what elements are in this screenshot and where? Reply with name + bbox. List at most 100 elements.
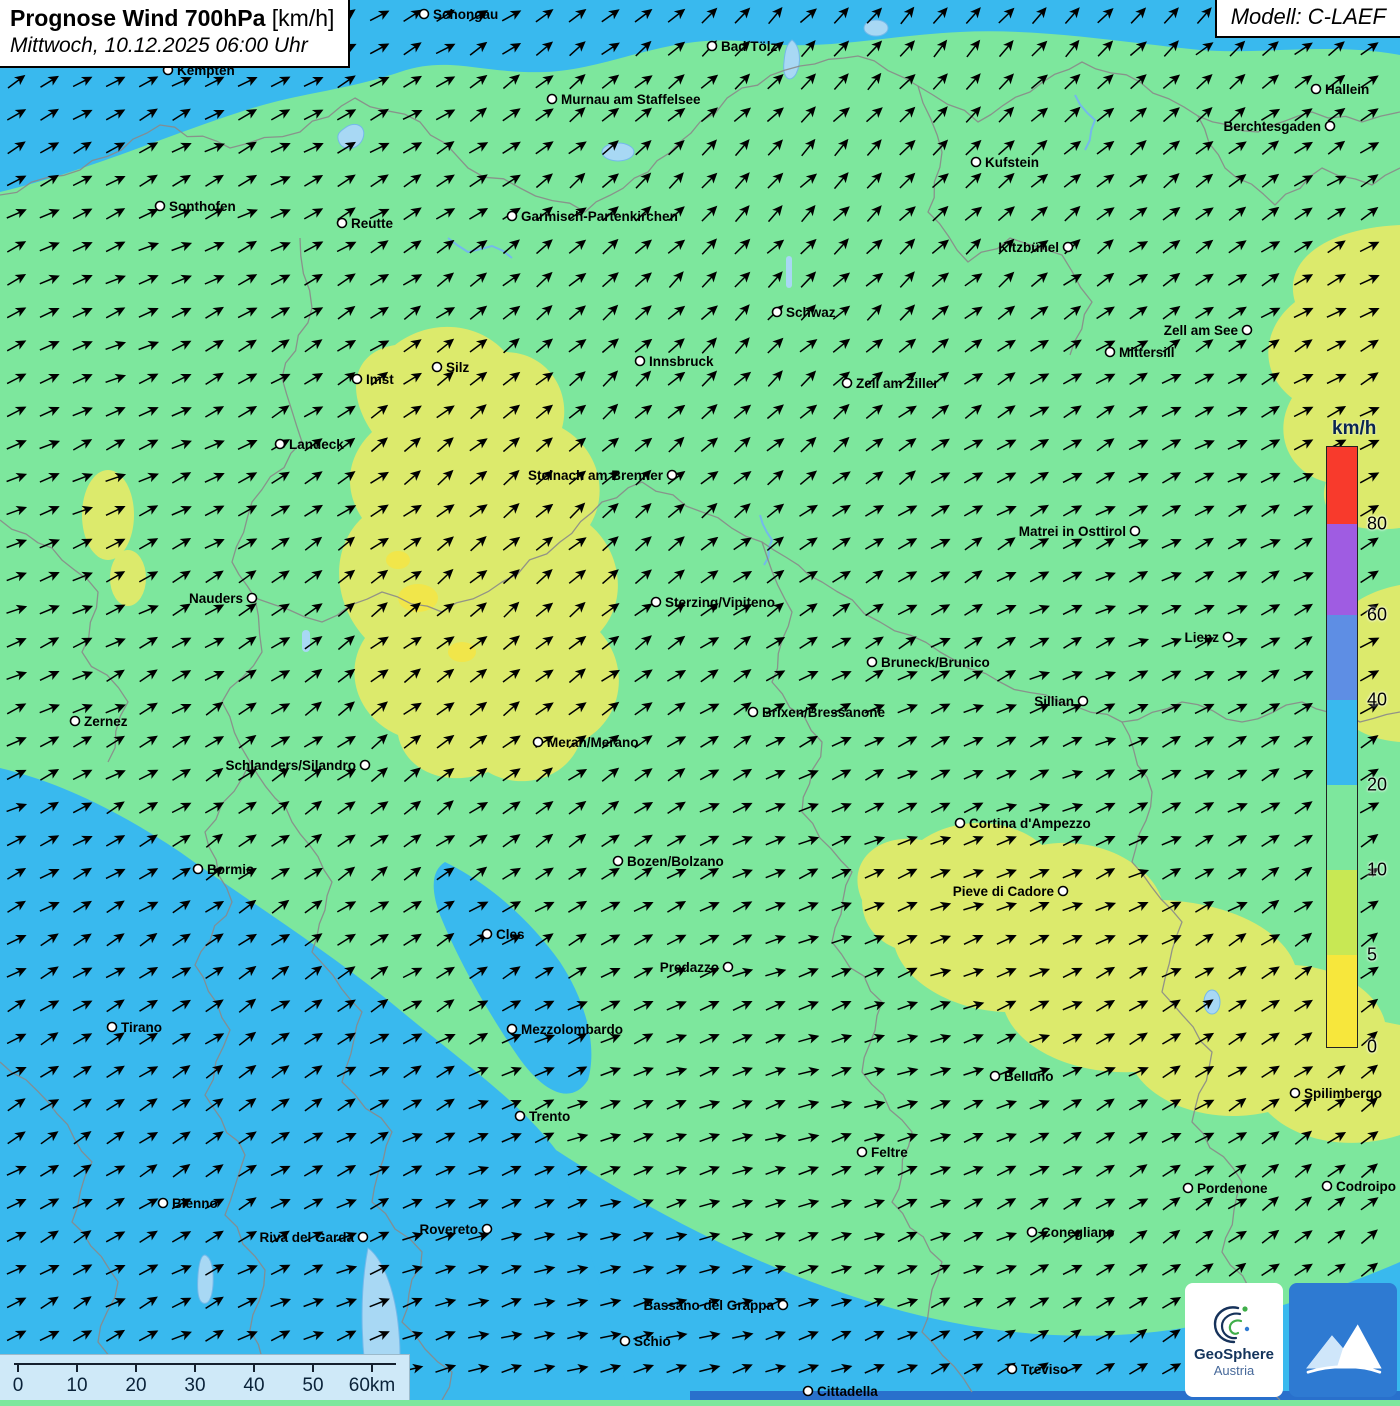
scale-ruler: 0102030405060km	[0, 1355, 410, 1401]
geosphere-swirl-icon	[1207, 1301, 1261, 1347]
city-label: Imst	[366, 372, 394, 387]
city: Pordenone	[1184, 1181, 1268, 1196]
city: Bozen/Bolzano	[614, 854, 724, 869]
city-label: Feltre	[871, 1145, 908, 1160]
city-label: Berchtesgaden	[1223, 119, 1321, 134]
map-scale-bar: 0102030405060km	[0, 1354, 410, 1400]
city-marker	[708, 42, 717, 51]
city: Sterzing/Vipiteno	[652, 595, 776, 610]
city: Zell am Ziller	[843, 376, 940, 391]
city: Berchtesgaden	[1223, 119, 1334, 134]
scale-label: 0	[13, 1375, 24, 1396]
city-marker	[1028, 1228, 1037, 1237]
city-label: Conegliano	[1041, 1225, 1115, 1240]
city-label: Trento	[529, 1109, 570, 1124]
legend-colorbar: 806040201050	[1326, 446, 1358, 1048]
city-label: Kitzbühel	[998, 240, 1059, 255]
title-panel: Prognose Wind 700hPa [km/h] Mittwoch, 10…	[0, 0, 350, 68]
city-label: Brixen/Bressanone	[762, 705, 886, 720]
city-marker	[194, 865, 203, 874]
city-marker	[991, 1072, 1000, 1081]
scale-label: 40	[243, 1375, 264, 1396]
legend-tick-0: 0	[1367, 1037, 1377, 1058]
city-marker	[1184, 1184, 1193, 1193]
city-marker	[420, 10, 429, 19]
city: Bruneck/Brunico	[868, 655, 990, 670]
city-marker	[773, 308, 782, 317]
city: Brixen/Bressanone	[749, 705, 886, 720]
city-marker	[1079, 697, 1088, 706]
city-marker	[276, 440, 285, 449]
scale-label: 20	[125, 1375, 146, 1396]
city-label: Codroipo	[1336, 1179, 1396, 1194]
city-label: Mezzolombardo	[521, 1022, 623, 1037]
city-label: Innsbruck	[649, 354, 714, 369]
city-label: Schongau	[433, 7, 498, 22]
legend-segment-60-80	[1327, 524, 1357, 615]
city: Spilimbergo	[1291, 1086, 1383, 1101]
title-unit: [km/h]	[265, 5, 334, 31]
city-label: Treviso	[1021, 1362, 1068, 1377]
geosphere-country: Austria	[1214, 1363, 1254, 1379]
city-label: Schwaz	[786, 305, 836, 320]
city-marker	[749, 708, 758, 717]
city-marker	[483, 930, 492, 939]
city-label: Pordenone	[1197, 1181, 1268, 1196]
city-label: Tirano	[121, 1020, 162, 1035]
scale-label: 60km	[349, 1375, 395, 1396]
city-marker	[361, 761, 370, 770]
city: Pieve di Cadore	[953, 884, 1068, 899]
city-label: Bad Tölz	[721, 39, 777, 54]
city-marker	[108, 1023, 117, 1032]
city-label: Predazzo	[660, 960, 719, 975]
city-label: Zell am See	[1164, 323, 1239, 338]
city-marker	[614, 857, 623, 866]
city-marker	[956, 819, 965, 828]
city-marker	[483, 1225, 492, 1234]
city-label: Silz	[446, 360, 470, 375]
legend-segment-20-40	[1327, 700, 1357, 785]
city-label: Bienno	[172, 1196, 218, 1211]
city-label: Rovereto	[419, 1222, 478, 1237]
city-label: Belluno	[1004, 1069, 1054, 1084]
city-label: Landeck	[289, 437, 344, 452]
city-label: Garmisch-Partenkirchen	[521, 209, 678, 224]
geosphere-name: GeoSphere	[1194, 1347, 1274, 1364]
city: Steinach am Brenner	[528, 468, 677, 483]
legend-tick-60: 60	[1367, 605, 1387, 626]
city-label: Matrei in Osttirol	[1019, 524, 1126, 539]
city-label: Lienz	[1184, 630, 1219, 645]
city: Bassano del Grappa	[643, 1298, 787, 1313]
city-marker	[668, 471, 677, 480]
city-label: Bassano del Grappa	[643, 1298, 774, 1313]
city-label: Zernez	[84, 714, 128, 729]
mountain-logo	[1289, 1283, 1397, 1397]
city-marker	[843, 379, 852, 388]
city-marker	[1131, 527, 1140, 536]
legend-tick-5: 5	[1367, 945, 1377, 966]
geosphere-logo: GeoSphere Austria	[1185, 1283, 1283, 1397]
city-label: Mittersill	[1119, 345, 1175, 360]
city-marker	[621, 1337, 630, 1346]
city: Riva del Garda	[259, 1230, 367, 1245]
legend-tick-80: 80	[1367, 514, 1387, 535]
city-marker	[1291, 1089, 1300, 1098]
mountain-icon	[1297, 1298, 1389, 1382]
city-marker	[779, 1301, 788, 1310]
city: Conegliano	[1028, 1225, 1115, 1240]
city-label: Zell am Ziller	[856, 376, 939, 391]
legend-segment-above-80	[1327, 447, 1357, 524]
legend-title: km/h	[1332, 418, 1400, 440]
title-text: Prognose Wind 700hPa	[10, 5, 265, 31]
city-marker	[516, 1112, 525, 1121]
city-label: Cittadella	[817, 1384, 878, 1399]
city: Meran/Merano	[534, 735, 639, 750]
city-marker	[1224, 633, 1233, 642]
city-label: Reutte	[351, 216, 393, 231]
city-marker	[724, 963, 733, 972]
city-marker	[868, 658, 877, 667]
wind-speed-legend: km/h 806040201050	[1326, 418, 1400, 1048]
legend-tick-40: 40	[1367, 690, 1387, 711]
legend-tick-10: 10	[1367, 860, 1387, 881]
city-marker	[71, 717, 80, 726]
